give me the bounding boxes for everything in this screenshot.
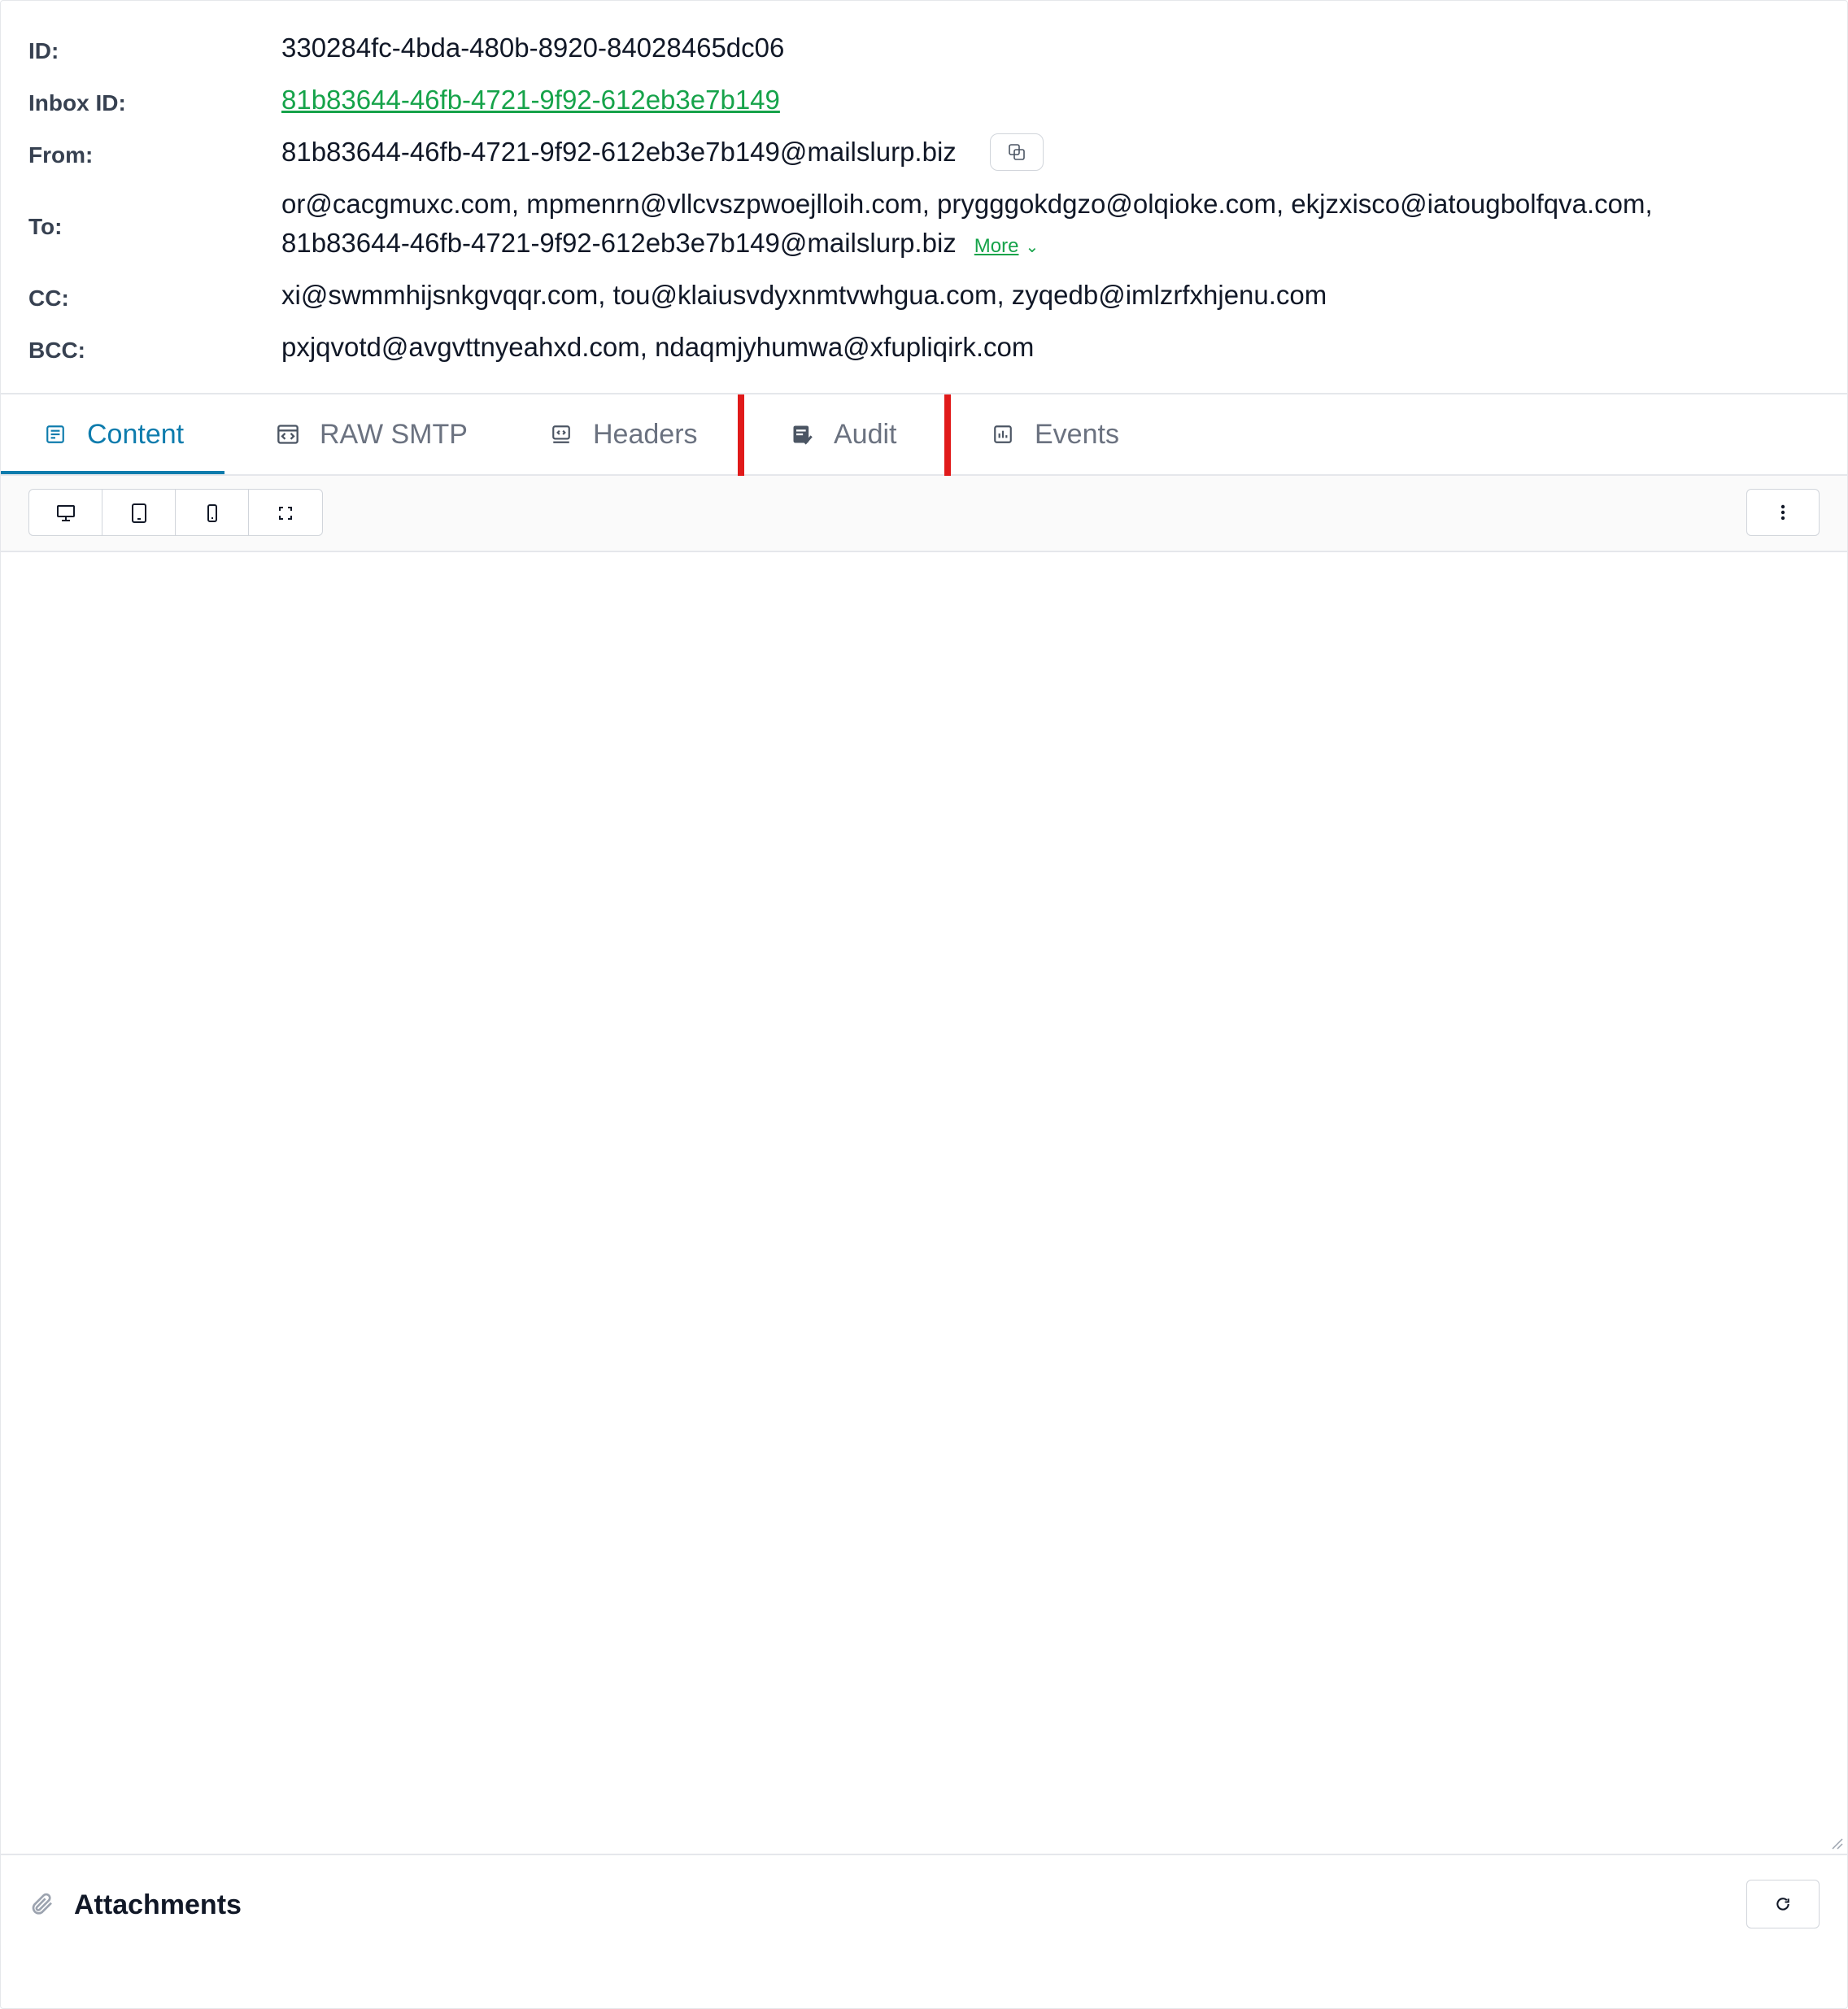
fullscreen-icon bbox=[279, 507, 292, 520]
email-content-preview[interactable] bbox=[1, 552, 1847, 1855]
email-detail-panel: ID: 330284fc-4bda-480b-8920-84028465dc06… bbox=[0, 0, 1848, 2009]
tab-headers[interactable]: Headers bbox=[549, 394, 698, 474]
active-tab-indicator bbox=[1, 471, 224, 474]
tab-raw-smtp[interactable]: RAW SMTP bbox=[276, 394, 468, 474]
attachments-title: Attachments bbox=[74, 1889, 242, 1920]
from-value: 81b83644-46fb-4721-9f92-612eb3e7b149@mai… bbox=[281, 137, 957, 167]
tab-bar: Content RAW SMTP Headers Audit Events bbox=[1, 394, 1847, 476]
preview-toolbar bbox=[1, 476, 1847, 552]
chevron-down-icon[interactable]: ⌄ bbox=[1025, 238, 1039, 256]
more-link[interactable]: More bbox=[974, 235, 1019, 257]
to-recipients: or@cacgmuxc.com, mpmenrn@vllcvszpwoejllo… bbox=[281, 189, 1653, 258]
kebab-icon bbox=[1780, 504, 1785, 521]
cc-value: xi@swmmhijsnkgvqqr.com, tou@klaiusvdyxnm… bbox=[281, 280, 1327, 310]
to-value: or@cacgmuxc.com, mpmenrn@vllcvszpwoejllo… bbox=[281, 185, 1786, 267]
tab-audit-label: Audit bbox=[834, 418, 897, 450]
inbox-label: Inbox ID: bbox=[28, 90, 126, 115]
tab-events-label: Events bbox=[1035, 418, 1119, 450]
tab-audit[interactable]: Audit bbox=[790, 394, 897, 474]
copy-icon bbox=[1009, 144, 1025, 160]
highlight-bar-left bbox=[738, 394, 744, 476]
tab-events[interactable]: Events bbox=[991, 394, 1119, 474]
refresh-attachments-button[interactable] bbox=[1746, 1880, 1820, 1928]
mobile-icon bbox=[207, 504, 217, 522]
tab-headers-label: Headers bbox=[593, 418, 698, 450]
tab-content-label: Content bbox=[87, 418, 185, 450]
bcc-label: BCC: bbox=[28, 338, 85, 363]
cc-label: CC: bbox=[28, 285, 69, 311]
chart-icon bbox=[991, 422, 1015, 447]
bcc-value: pxjqvotd@avgvttnyeahxd.com, ndaqmjyhumwa… bbox=[281, 332, 1035, 362]
from-label: From: bbox=[28, 142, 94, 168]
id-value: 330284fc-4bda-480b-8920-84028465dc06 bbox=[281, 33, 785, 63]
audit-icon bbox=[790, 422, 814, 447]
attachments-section: Attachments bbox=[1, 1855, 1847, 2008]
tab-raw-smtp-label: RAW SMTP bbox=[320, 418, 468, 450]
mobile-view-button[interactable] bbox=[176, 490, 249, 535]
content-icon bbox=[43, 422, 68, 447]
headers-icon bbox=[549, 422, 573, 447]
tab-content[interactable]: Content bbox=[43, 394, 184, 474]
highlight-bar-right bbox=[944, 394, 951, 476]
more-options-button[interactable] bbox=[1746, 489, 1820, 536]
refresh-icon bbox=[1776, 1898, 1789, 1911]
tablet-view-button[interactable] bbox=[102, 490, 176, 535]
to-label: To: bbox=[28, 214, 63, 239]
email-meta: ID: 330284fc-4bda-480b-8920-84028465dc06… bbox=[1, 1, 1847, 394]
desktop-view-button[interactable] bbox=[29, 490, 102, 535]
copy-from-button[interactable] bbox=[990, 133, 1044, 171]
tablet-icon bbox=[131, 503, 146, 523]
fullscreen-view-button[interactable] bbox=[249, 490, 322, 535]
id-label: ID: bbox=[28, 38, 59, 63]
resize-handle-icon[interactable] bbox=[1829, 1836, 1844, 1850]
code-window-icon bbox=[276, 422, 300, 447]
inbox-link[interactable]: 81b83644-46fb-4721-9f92-612eb3e7b149 bbox=[281, 81, 780, 120]
paperclip-icon bbox=[32, 1893, 52, 1915]
desktop-icon bbox=[56, 505, 75, 521]
viewport-button-group bbox=[28, 489, 323, 536]
